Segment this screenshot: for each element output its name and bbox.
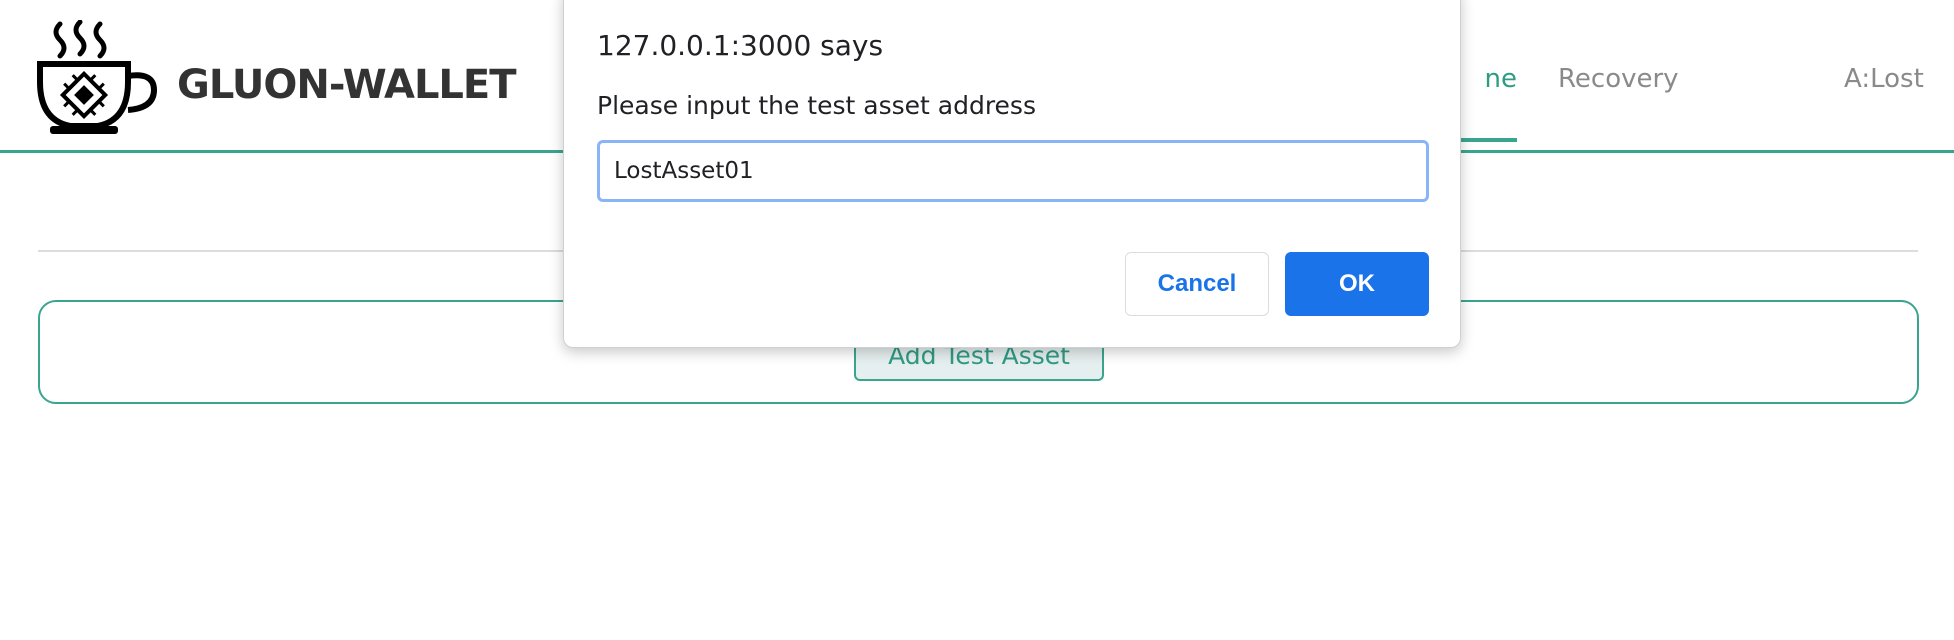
- page: GLUON-WALLET ne Recovery A:Lost Add Test…: [0, 0, 1954, 640]
- dialog-message: Please input the test asset address: [597, 91, 1036, 120]
- cancel-button[interactable]: Cancel: [1125, 252, 1269, 316]
- coffee-cup-chip-icon: [36, 19, 160, 138]
- dialog-title: 127.0.0.1:3000 says: [597, 29, 884, 62]
- asset-address-input[interactable]: [597, 140, 1429, 202]
- nav-tab-alost[interactable]: A:Lost: [1844, 64, 1924, 94]
- nav-tab-recovery[interactable]: Recovery: [1558, 64, 1679, 94]
- brand-title: GLUON-WALLET: [177, 62, 517, 108]
- prompt-dialog: 127.0.0.1:3000 says Please input the tes…: [563, 0, 1461, 348]
- ok-button[interactable]: OK: [1285, 252, 1429, 316]
